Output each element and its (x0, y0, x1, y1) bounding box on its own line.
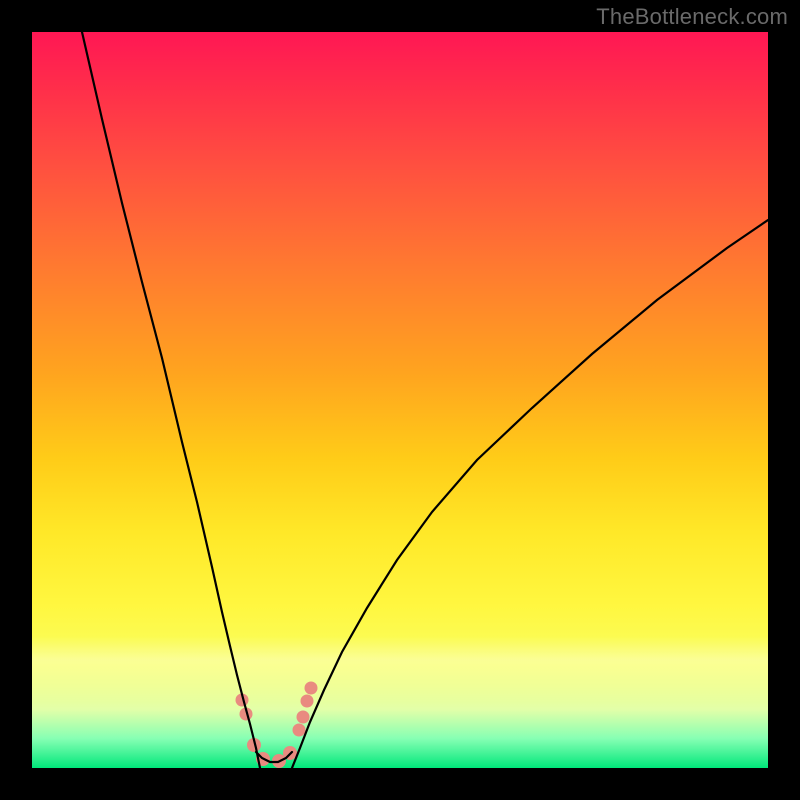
accent-point (293, 724, 306, 737)
watermark-text: TheBottleneck.com (596, 4, 788, 30)
plot-area (32, 32, 768, 768)
chart-frame: TheBottleneck.com (0, 0, 800, 800)
accent-point (305, 682, 318, 695)
right-branch-line (292, 220, 768, 768)
accent-point (301, 695, 314, 708)
chart-svg (32, 32, 768, 768)
accent-point (297, 711, 310, 724)
left-branch-line (82, 32, 260, 768)
accent-points-layer (236, 682, 318, 769)
